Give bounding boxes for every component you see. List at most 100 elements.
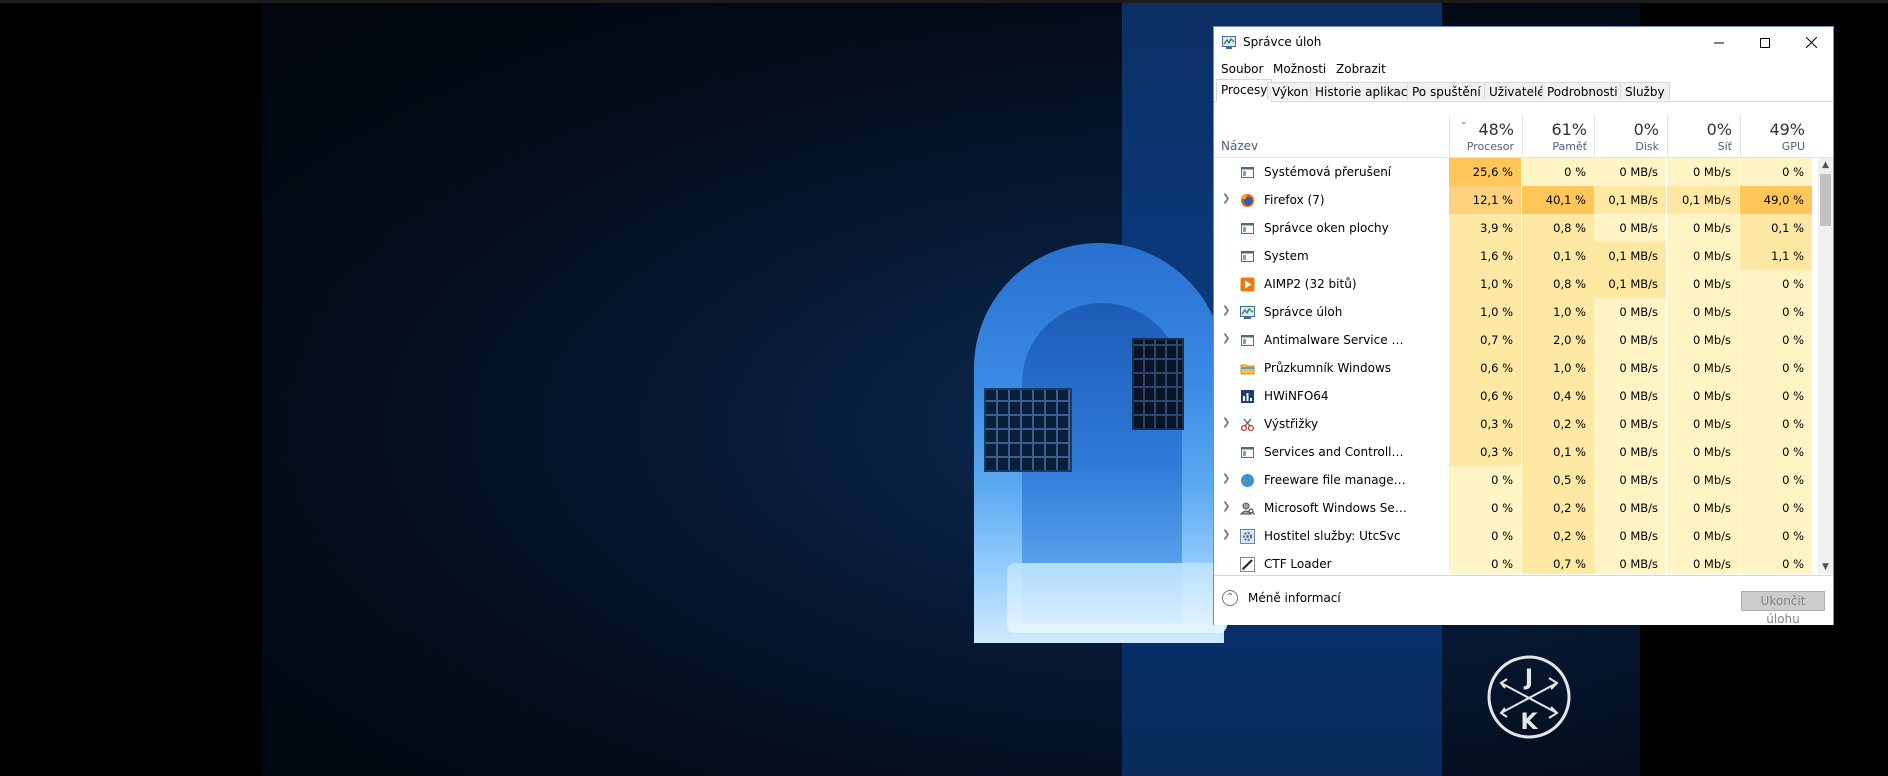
cell-gpu: 0 % bbox=[1740, 270, 1812, 298]
memory-label: Paměť bbox=[1552, 140, 1587, 153]
scroll-up-icon[interactable]: ▲ bbox=[1818, 158, 1833, 172]
cell-net: 0 Mb/s bbox=[1667, 494, 1739, 522]
disk-total: 0% bbox=[1633, 120, 1659, 139]
tab-startup[interactable]: Po spuštění bbox=[1407, 82, 1486, 100]
table-row[interactable]: ❯Freeware file manager for wind...0 %0,5… bbox=[1214, 466, 1818, 494]
maximize-button[interactable] bbox=[1742, 27, 1788, 58]
cell-net: 0 Mb/s bbox=[1667, 382, 1739, 410]
cell-cpu: 0 % bbox=[1449, 550, 1521, 574]
table-row[interactable]: ❯ Firefox (7) 12,1 % 40,1 % 0,1 MB/s 0,1 Mb/s… bbox=[1214, 186, 1818, 214]
cell-disk: 0,1 MB/s bbox=[1594, 270, 1666, 298]
menu-options[interactable]: Možnosti bbox=[1273, 62, 1326, 76]
table-row[interactable]: System 1,6 % 0,1 % 0,1 MB/s 0 Mb/s 1,1 % bbox=[1214, 242, 1818, 270]
table-row[interactable]: ❯Microsoft Windows Search In...0 %0,2 %0… bbox=[1214, 494, 1818, 522]
cell-gpu: 0 % bbox=[1740, 354, 1812, 382]
table-row[interactable]: ❯ Výstřižky 0,3 % 0,2 % 0 MB/s 0 Mb/s 0 % bbox=[1214, 410, 1818, 438]
expand-chevron-icon[interactable]: ❯ bbox=[1222, 501, 1230, 512]
scrollbar-thumb[interactable] bbox=[1820, 174, 1831, 226]
column-gpu-header[interactable]: 49% GPU bbox=[1740, 115, 1812, 157]
cell-disk: 0 MB/s bbox=[1594, 550, 1666, 574]
cell-disk: 0 MB/s bbox=[1594, 438, 1666, 466]
fewer-details-link[interactable]: Méně informací bbox=[1248, 591, 1341, 605]
tab-details[interactable]: Podrobnosti bbox=[1542, 82, 1623, 100]
globe-icon bbox=[1240, 473, 1255, 488]
expand-chevron-icon[interactable]: ❯ bbox=[1222, 305, 1230, 316]
hwinfo-icon bbox=[1240, 389, 1255, 404]
wallpaper-window-grille bbox=[984, 388, 1072, 472]
cell-mem: 0,1 % bbox=[1522, 242, 1594, 270]
cell-mem: 0,8 % bbox=[1522, 270, 1594, 298]
process-name: Hostitel služby: UtcSvc bbox=[1264, 529, 1401, 543]
cell-gpu: 0 % bbox=[1740, 522, 1812, 550]
cell-net: 0 Mb/s bbox=[1667, 550, 1739, 574]
cell-cpu: 0,7 % bbox=[1449, 326, 1521, 354]
table-row[interactable]: Systémová přerušení 25,6 % 0 % 0 MB/s 0 Mb/s… bbox=[1214, 158, 1818, 186]
expand-chevron-icon[interactable]: ❯ bbox=[1222, 473, 1230, 484]
expand-chevron-icon[interactable]: ❯ bbox=[1222, 193, 1230, 204]
table-row[interactable]: AIMP2 (32 bitů) 1,0 % 0,8 % 0,1 MB/s 0 Mb/s 0… bbox=[1214, 270, 1818, 298]
snipping-tool-icon bbox=[1240, 417, 1255, 432]
folder-icon bbox=[1240, 361, 1255, 376]
table-row[interactable]: CTF Loader 0 % 0,7 % 0 MB/s 0 Mb/s 0 % bbox=[1214, 550, 1818, 574]
close-button[interactable] bbox=[1788, 27, 1834, 58]
cell-net: 0 Mb/s bbox=[1667, 242, 1739, 270]
cell-net: 0 Mb/s bbox=[1667, 158, 1739, 186]
expand-chevron-icon[interactable]: ❯ bbox=[1222, 529, 1230, 540]
column-cpu-header[interactable]: ⌄ 48% Procesor bbox=[1449, 115, 1521, 157]
cell-net: 0 Mb/s bbox=[1667, 270, 1739, 298]
cell-gpu: 0 % bbox=[1740, 550, 1812, 574]
cell-gpu: 1,1 % bbox=[1740, 242, 1812, 270]
column-name-header[interactable]: Název bbox=[1221, 139, 1258, 153]
tab-app-history[interactable]: Historie aplikací bbox=[1310, 82, 1416, 100]
title-bar[interactable]: Správce úloh bbox=[1214, 27, 1833, 58]
table-row[interactable]: ❯ Hostitel služby: UtcSvc 0 % 0,2 % 0 MB/s 0 … bbox=[1214, 522, 1818, 550]
cell-net: 0 Mb/s bbox=[1667, 298, 1739, 326]
tab-performance[interactable]: Výkon bbox=[1267, 82, 1314, 100]
cell-gpu: 0 % bbox=[1740, 466, 1812, 494]
cell-net: 0 Mb/s bbox=[1667, 522, 1739, 550]
cell-gpu: 0 % bbox=[1740, 494, 1812, 522]
chevron-up-circle-icon[interactable]: ⌃ bbox=[1222, 590, 1238, 606]
cell-cpu: 0 % bbox=[1449, 494, 1521, 522]
footer: ⌃ Méně informací Ukončit úlohu bbox=[1214, 575, 1833, 626]
expand-chevron-icon[interactable]: ❯ bbox=[1222, 333, 1230, 344]
expand-chevron-icon[interactable]: ❯ bbox=[1222, 417, 1230, 428]
column-disk-header[interactable]: 0% Disk bbox=[1594, 115, 1666, 157]
jk-arrows-logo: J K bbox=[1487, 655, 1571, 739]
disk-label: Disk bbox=[1635, 140, 1659, 153]
tab-users[interactable]: Uživatelé bbox=[1484, 82, 1550, 100]
cell-disk: 0 MB/s bbox=[1594, 410, 1666, 438]
gear-icon bbox=[1240, 529, 1255, 544]
table-row[interactable]: ❯ Antimalware Service Executable 0,7 %2,0 … bbox=[1214, 326, 1818, 354]
cell-cpu: 1,6 % bbox=[1449, 242, 1521, 270]
table-row[interactable]: Průzkumník Windows 0,6 % 1,0 % 0 MB/s 0 Mb/s… bbox=[1214, 354, 1818, 382]
table-row[interactable]: ❯ Správce úloh 1,0 % 1,0 % 0 MB/s 0 Mb/s 0 % bbox=[1214, 298, 1818, 326]
process-list: Systémová přerušení 25,6 % 0 % 0 MB/s 0 Mb/s… bbox=[1214, 158, 1818, 574]
scroll-down-icon[interactable]: ▼ bbox=[1818, 560, 1833, 574]
minimize-icon bbox=[1714, 42, 1724, 43]
cell-mem: 1,0 % bbox=[1522, 298, 1594, 326]
vertical-scrollbar[interactable]: ▲ ▼ bbox=[1818, 158, 1833, 574]
table-row[interactable]: Services and Controller app0,3 %0,1 %0 M… bbox=[1214, 438, 1818, 466]
tab-processes[interactable]: Procesy bbox=[1216, 79, 1273, 102]
cell-mem: 0,5 % bbox=[1522, 466, 1594, 494]
table-row[interactable]: HWiNFO64 0,6 % 0,4 % 0 MB/s 0 Mb/s 0 % bbox=[1214, 382, 1818, 410]
cell-disk: 0,1 MB/s bbox=[1594, 242, 1666, 270]
process-name: Services and Controller app bbox=[1264, 445, 1409, 459]
cell-cpu: 0 % bbox=[1449, 522, 1521, 550]
column-network-header[interactable]: 0% Síť bbox=[1667, 115, 1739, 157]
menu-view[interactable]: Zobrazit bbox=[1336, 62, 1386, 76]
column-memory-header[interactable]: 61% Paměť bbox=[1522, 115, 1594, 157]
minimize-button[interactable] bbox=[1696, 27, 1742, 58]
process-name: Průzkumník Windows bbox=[1264, 361, 1392, 375]
cell-disk: 0 MB/s bbox=[1594, 158, 1666, 186]
cell-disk: 0,1 MB/s bbox=[1594, 186, 1666, 214]
cell-mem: 0,7 % bbox=[1522, 550, 1594, 574]
menu-file[interactable]: Soubor bbox=[1221, 62, 1263, 76]
end-task-button[interactable]: Ukončit úlohu bbox=[1741, 591, 1825, 626]
cell-mem: 1,0 % bbox=[1522, 354, 1594, 382]
tab-services[interactable]: Služby bbox=[1620, 82, 1670, 100]
cell-gpu: 0 % bbox=[1740, 326, 1812, 354]
gpu-total: 49% bbox=[1769, 120, 1805, 139]
table-row[interactable]: Správce oken plochy 3,9 % 0,8 % 0 MB/s 0 Mb/… bbox=[1214, 214, 1818, 242]
